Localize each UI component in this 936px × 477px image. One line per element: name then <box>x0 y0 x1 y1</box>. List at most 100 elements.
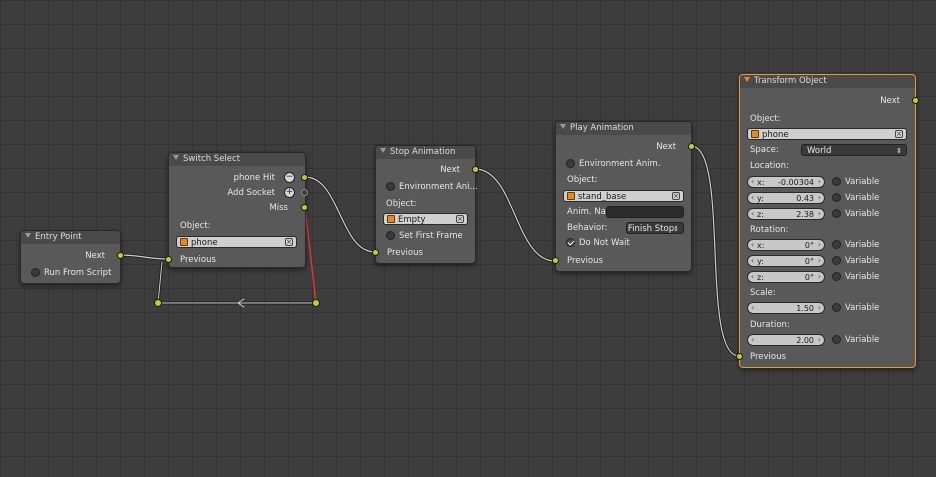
node-header[interactable]: Play Animation <box>556 122 691 135</box>
output-next-socket[interactable] <box>688 143 695 150</box>
output-next-socket[interactable] <box>472 166 479 173</box>
output-next-label: Next <box>880 96 900 106</box>
space-select[interactable]: World ⇕ <box>801 144 907 156</box>
collapse-triangle-icon[interactable] <box>380 148 386 153</box>
set-first-frame-checkbox[interactable]: Set First Frame <box>386 229 463 243</box>
node-header[interactable]: Stop Animation <box>376 146 475 159</box>
anim-name-input[interactable] <box>606 206 684 218</box>
input-previous-socket[interactable] <box>552 257 559 264</box>
rotation-x-field[interactable]: x: 0° <box>747 239 825 251</box>
scale-variable-checkbox[interactable]: Variable <box>832 301 879 315</box>
checkbox-icon[interactable] <box>832 177 841 186</box>
value: 0° <box>804 257 814 266</box>
behavior-select[interactable]: Finish Stop ⇕ <box>626 222 684 234</box>
node-title: Play Animation <box>570 123 634 133</box>
rotation-z-field[interactable]: z: 0° <box>747 271 825 283</box>
checkbox-label: Run From Script <box>44 268 112 278</box>
checkbox-icon[interactable] <box>386 182 395 191</box>
duration-field[interactable]: 2.00 <box>747 334 825 346</box>
node-play-animation[interactable]: Play Animation Next Environment Anim. Ob… <box>552 121 695 272</box>
node-header[interactable]: Switch Select <box>169 153 305 166</box>
value: 0° <box>804 273 814 282</box>
object-field[interactable]: stand_base × <box>563 190 684 202</box>
collapse-triangle-icon[interactable] <box>560 124 566 129</box>
output-next-socket[interactable] <box>912 97 919 104</box>
node-entry-point[interactable]: Entry Point Next Run From Script <box>20 230 124 284</box>
checkbox-icon[interactable] <box>832 303 841 312</box>
node-transform-object[interactable]: Transform Object Next Object: phone × Sp… <box>736 74 919 368</box>
remove-socket-button[interactable]: − <box>284 172 295 183</box>
duration-variable-checkbox[interactable]: Variable <box>832 333 879 347</box>
checkbox-icon[interactable] <box>31 268 40 277</box>
clear-icon[interactable]: × <box>672 192 680 200</box>
checkbox-icon[interactable] <box>832 240 841 249</box>
checkbox-icon[interactable] <box>832 256 841 265</box>
location-y-field[interactable]: y: 0.43 <box>747 192 825 204</box>
location-x-variable-checkbox[interactable]: Variable <box>832 175 879 189</box>
input-previous-socket[interactable] <box>372 249 379 256</box>
updown-arrows-icon: ⇕ <box>896 147 902 155</box>
environment-checkbox[interactable]: Environment Ani... <box>386 180 478 194</box>
object-field[interactable]: Empty × <box>383 213 468 225</box>
input-previous-socket[interactable] <box>165 256 172 263</box>
output-phone-hit-label: phone Hit <box>233 173 275 183</box>
add-socket-socket[interactable] <box>301 189 308 196</box>
checkbox-checked-icon[interactable] <box>566 238 575 247</box>
rotation-z-variable-checkbox[interactable]: Variable <box>832 270 879 284</box>
checkbox-label: Variable <box>845 303 880 313</box>
output-phone-hit-socket[interactable] <box>301 174 308 181</box>
rotation-y-variable-checkbox[interactable]: Variable <box>832 254 879 268</box>
do-not-wait-checkbox[interactable]: Do Not Wait <box>566 236 630 250</box>
input-previous-socket[interactable] <box>736 353 743 360</box>
output-miss-socket[interactable] <box>301 204 308 211</box>
run-from-script-checkbox[interactable]: Run From Script <box>31 266 111 280</box>
collapse-triangle-icon[interactable] <box>744 77 750 82</box>
checkbox-icon[interactable] <box>832 335 841 344</box>
location-z-field[interactable]: z: 2.38 <box>747 208 825 220</box>
rotation-y-field[interactable]: y: 0° <box>747 255 825 267</box>
environment-checkbox[interactable]: Environment Anim. <box>566 157 661 171</box>
object-cube-icon <box>387 215 395 223</box>
node-header[interactable]: Transform Object <box>740 75 915 88</box>
output-next-socket[interactable] <box>117 252 124 259</box>
location-z-variable-checkbox[interactable]: Variable <box>832 207 879 221</box>
rotation-x-variable-checkbox[interactable]: Variable <box>832 238 879 252</box>
object-field[interactable]: phone × <box>176 236 297 248</box>
clear-icon[interactable]: × <box>456 215 464 223</box>
location-y-variable-checkbox[interactable]: Variable <box>832 191 879 205</box>
anim-name-label: Anim. Na <box>567 207 606 217</box>
link-play-to-transform <box>689 144 741 358</box>
value: 0.43 <box>796 194 814 203</box>
add-socket-button[interactable]: + <box>284 187 295 198</box>
location-x-field[interactable]: x: -0.00304 <box>747 176 825 188</box>
link-loop-up <box>156 260 164 305</box>
object-field[interactable]: phone × <box>747 128 907 140</box>
checkbox-icon[interactable] <box>832 272 841 281</box>
checkbox-icon[interactable] <box>386 231 395 240</box>
checkbox-icon[interactable] <box>566 159 575 168</box>
behavior-value: Finish Stop <box>627 224 675 234</box>
output-next-label: Next <box>85 251 105 261</box>
collapse-triangle-icon[interactable] <box>25 233 31 238</box>
node-header[interactable]: Entry Point <box>21 231 120 244</box>
output-miss-label: Miss <box>269 203 288 213</box>
node-title: Stop Animation <box>390 147 456 157</box>
axis-label: y: <box>757 194 764 203</box>
input-previous-label: Previous <box>567 256 603 266</box>
node-title: Transform Object <box>754 76 827 86</box>
checkbox-icon[interactable] <box>832 209 841 218</box>
node-switch-select[interactable]: Switch Select phone Hit − Add Socket + M… <box>165 152 308 268</box>
output-next-label: Next <box>440 165 460 175</box>
input-previous-label: Previous <box>750 352 786 362</box>
node-stop-animation[interactable]: Stop Animation Next Environment Ani... O… <box>372 145 479 264</box>
object-label: Object: <box>567 175 598 185</box>
clear-icon[interactable]: × <box>895 130 903 138</box>
input-previous-label: Previous <box>387 248 423 258</box>
duration-label: Duration: <box>750 320 790 330</box>
scale-field[interactable]: 1.50 <box>747 302 825 314</box>
space-value: World <box>807 146 832 156</box>
collapse-triangle-icon[interactable] <box>173 155 179 160</box>
clear-icon[interactable]: × <box>285 238 293 246</box>
checkbox-icon[interactable] <box>832 193 841 202</box>
checkbox-label: Variable <box>845 193 880 203</box>
